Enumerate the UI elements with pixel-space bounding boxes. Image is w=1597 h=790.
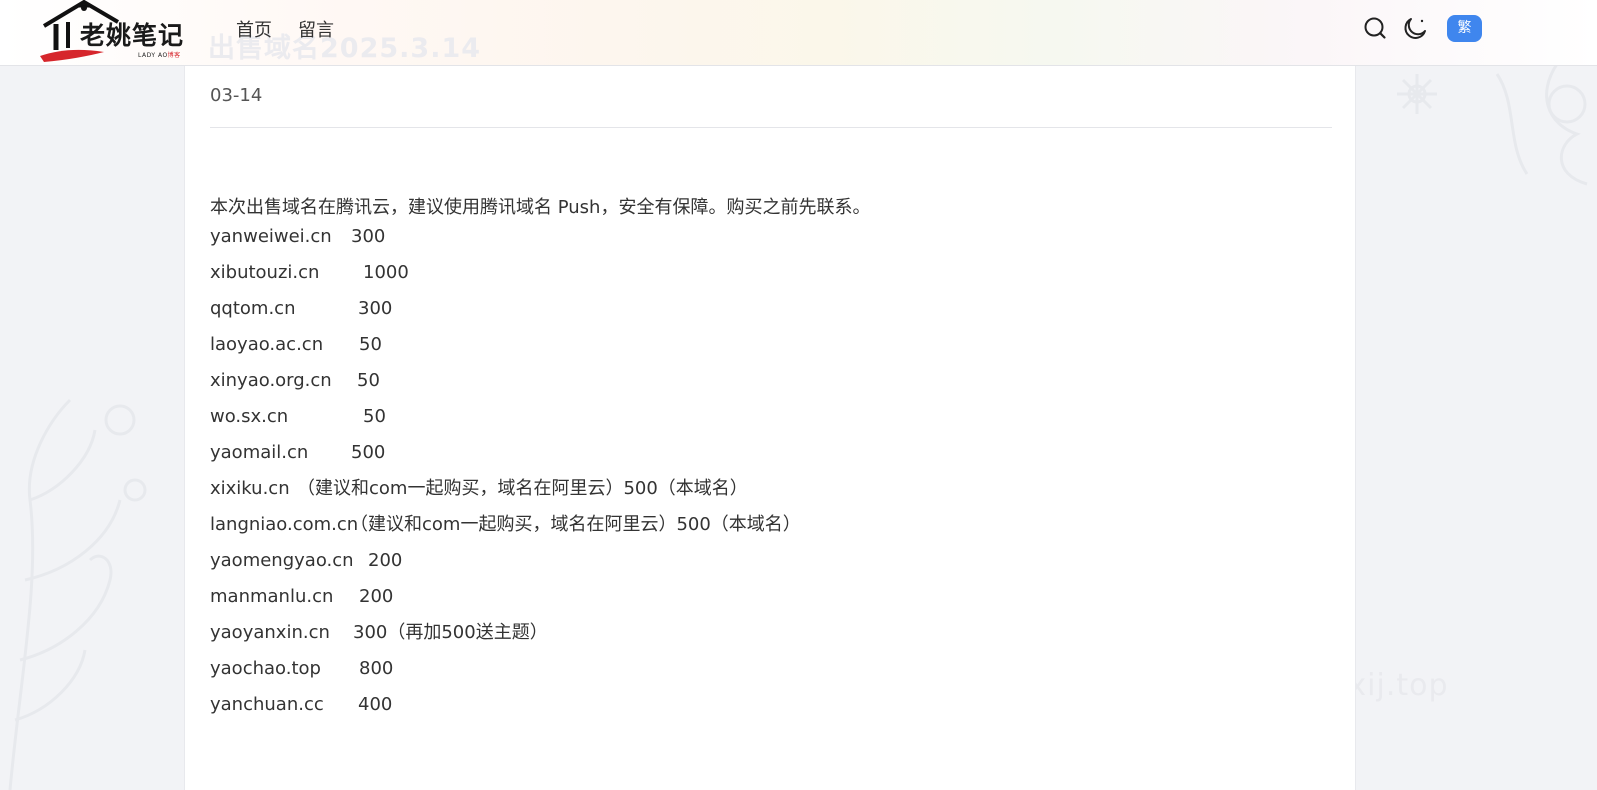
logo-subtitle: LADY AO博客 <box>138 50 181 59</box>
domain-price: 300 <box>358 298 393 319</box>
logo-sub-accent: 博客 <box>167 52 181 59</box>
domain-name: manmanlu.cn <box>210 586 334 607</box>
background-flower-decoration <box>1397 64 1588 186</box>
domain-price: 1000 <box>363 262 409 283</box>
post-intro: 本次出售域名在腾讯云，建议使用腾讯域名 Push，安全有保障。购买之前先联系。 <box>210 197 871 218</box>
moon-icon[interactable] <box>1403 15 1429 41</box>
domain-name: langniao.com.cn <box>210 514 359 535</box>
domain-name: yaomengyao.cn <box>210 550 354 571</box>
domain-name: laoyao.ac.cn <box>210 334 324 355</box>
logo-text: 老姚笔记 <box>80 21 185 50</box>
post-date: 03-14 <box>210 85 263 106</box>
domain-name: wo.sx.cn <box>210 406 289 427</box>
site-logo[interactable]: 老姚笔记 LADY AO博客 <box>38 0 188 64</box>
domain-price: 300（再加500送主题） <box>353 622 548 643</box>
domain-name: yanchuan.cc <box>210 694 324 715</box>
domain-name: yaomail.cn <box>210 442 309 463</box>
domain-name: yaoyanxin.cn <box>210 622 330 643</box>
nav-home[interactable]: 首页 <box>236 16 272 42</box>
nav-guestbook[interactable]: 留言 <box>298 16 334 42</box>
domain-price: （建议和com一起购买，域名在阿里云）500（本域名） <box>297 478 748 499</box>
domain-name: yanweiwei.cn <box>210 226 332 247</box>
domain-name: xixiku.cn <box>210 478 290 499</box>
site-header: 出售域名2025.3.14 老姚笔记 LADY AO博客 首页 留言 繁 <box>0 0 1597 66</box>
logo-sub-text: LADY AO <box>138 52 168 59</box>
domain-price: 500 <box>351 442 386 463</box>
traditional-chinese-toggle[interactable]: 繁 <box>1447 15 1482 42</box>
domain-price: 300 <box>351 226 386 247</box>
domain-price: 50 <box>359 334 382 355</box>
domain-price: 400 <box>358 694 393 715</box>
domain-name: qqtom.cn <box>210 298 296 319</box>
post-content-card: 03-14 本次出售域名在腾讯云，建议使用腾讯域名 Push，安全有保障。购买之… <box>184 65 1356 790</box>
domain-price: 200 <box>359 586 394 607</box>
domain-price: （建议和com一起购买，域名在阿里云）500（本域名） <box>350 514 801 535</box>
domain-price: 50 <box>363 406 386 427</box>
domain-price: 50 <box>357 370 380 391</box>
background-floral-decoration <box>8 398 147 790</box>
domain-name: xibutouzi.cn <box>210 262 320 283</box>
main-nav: 首页 留言 <box>236 16 334 42</box>
domain-name: xinyao.org.cn <box>210 370 332 391</box>
content-divider <box>210 127 1332 128</box>
domain-price: 200 <box>368 550 403 571</box>
domain-price: 800 <box>359 658 394 679</box>
domain-name: yaochao.top <box>210 658 321 679</box>
search-icon[interactable] <box>1362 15 1388 41</box>
